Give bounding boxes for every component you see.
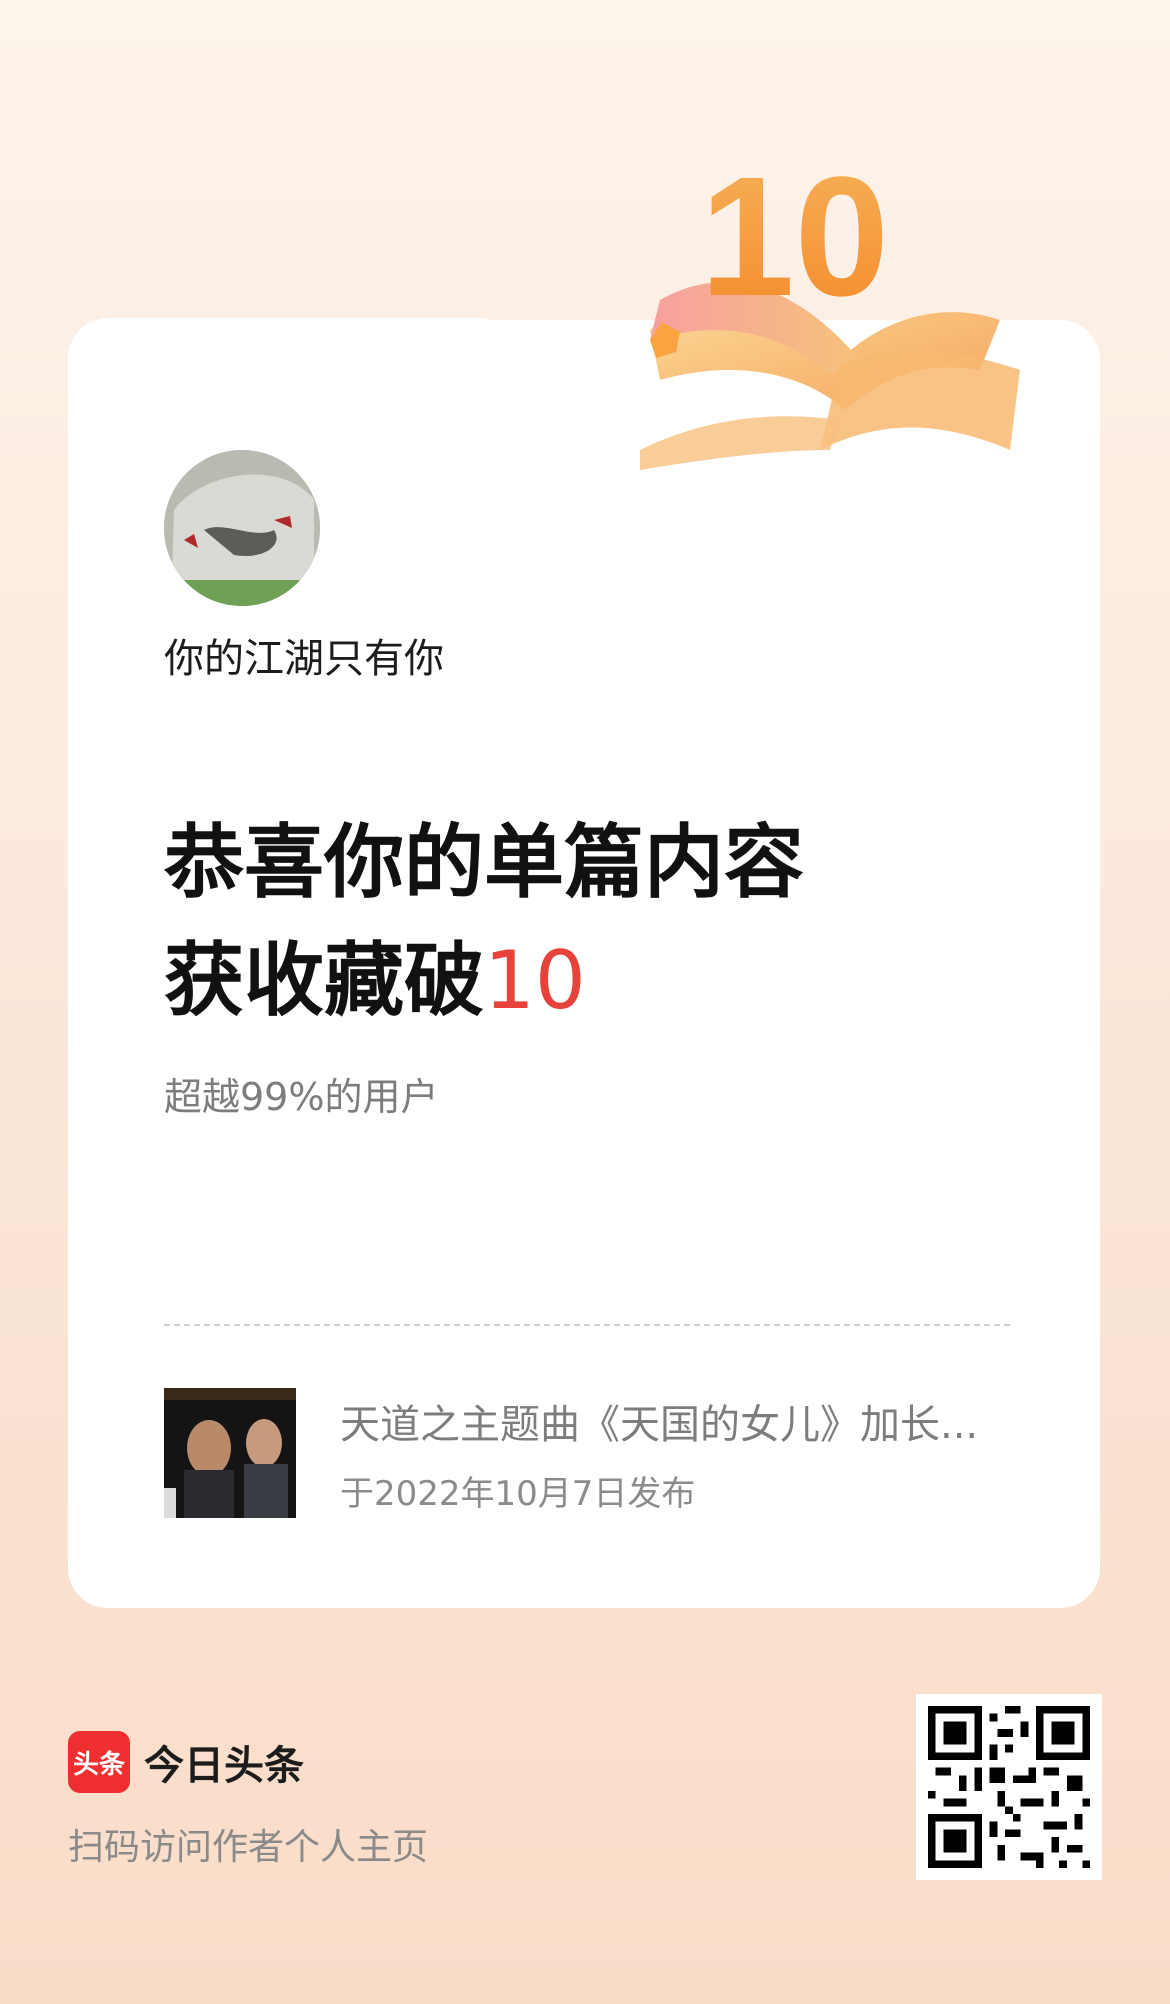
username: 你的江湖只有你: [164, 636, 444, 682]
achievement-badge-illustration: 10: [640, 142, 1020, 470]
thumbnail-image: [164, 1388, 296, 1518]
qr-code-icon: [928, 1706, 1090, 1868]
headline-prefix: 获收藏破: [164, 934, 484, 1027]
scan-instruction: 扫码访问作者个人主页: [68, 1827, 429, 1868]
headline-line-2: 获收藏破10: [164, 922, 804, 1040]
headline-line-1: 恭喜你的单篇内容: [164, 816, 804, 909]
brand-name: 今日头条: [144, 1743, 304, 1789]
article-date: 于2022年10月7日发布: [340, 1474, 696, 1514]
article-thumbnail[interactable]: [164, 1388, 296, 1518]
achievement-headline: 恭喜你的单篇内容 获收藏破10: [164, 804, 804, 1040]
headline-count: 10: [484, 934, 586, 1027]
badge-number: 10: [700, 142, 889, 332]
brand: 头条 今日头条: [68, 1730, 304, 1794]
article-title[interactable]: 天道之主题曲《天国的女儿》加长...: [340, 1392, 1010, 1450]
toutiao-logo: 头条: [68, 1731, 130, 1793]
dashed-divider: [164, 1324, 1010, 1326]
avatar[interactable]: [164, 450, 320, 606]
ranking-subtitle: 超越99%的用户: [164, 1075, 439, 1119]
avatar-image: [164, 450, 320, 606]
qr-code[interactable]: [916, 1694, 1102, 1880]
